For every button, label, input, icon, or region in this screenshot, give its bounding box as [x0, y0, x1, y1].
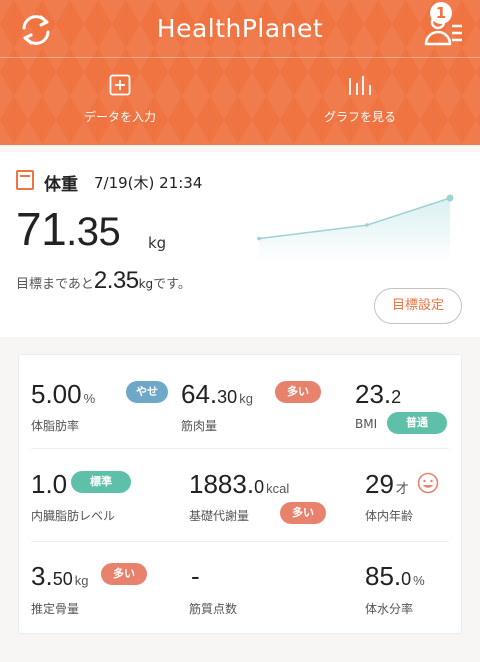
app-header: HealthPlanet 1 データを入力 グラフを見る: [0, 0, 480, 145]
metric-major: 64.: [181, 379, 218, 409]
metric-value: 23.2: [355, 379, 401, 410]
weight-value-int: 71: [16, 203, 67, 255]
body-composition-card: 5.00% やせ 体脂肪率 64.30 kg 多い 筋肉量 23.2 BMI 普通…: [18, 354, 462, 634]
data-input-label: データを入力: [83, 110, 156, 124]
metric-minor: 30: [217, 387, 238, 407]
plus-box-icon: [109, 74, 131, 96]
metric-major: 29: [365, 469, 394, 499]
notification-badge: 1: [430, 2, 452, 24]
bar-chart-icon: [349, 76, 371, 95]
status-badge: やせ: [126, 381, 168, 403]
row-divider: [31, 448, 449, 449]
weight-card[interactable]: 体重 7/19(木) 21:34 71.35 kg 目標まであと2.35kgです…: [0, 152, 480, 337]
row-divider: [31, 541, 449, 542]
trend-point: [365, 223, 369, 227]
header-divider: [0, 57, 480, 58]
metric-value: 85.0%: [365, 561, 425, 592]
status-badge: 普通: [387, 412, 447, 434]
metric-value: 64.30 kg: [181, 379, 253, 410]
metric-label: 体水分率: [365, 602, 414, 616]
status-badge: 多い: [101, 563, 147, 585]
status-badge: 多い: [280, 502, 326, 524]
measurement-datetime: 7/19(木) 21:34: [94, 174, 203, 192]
metric-label: 内臓脂肪レベル: [31, 509, 116, 523]
metric-major: -: [191, 561, 200, 591]
trend-point: [446, 194, 454, 202]
metric-unit: kg: [239, 391, 253, 406]
trend-point: [257, 236, 261, 241]
data-input-button[interactable]: データを入力: [0, 74, 240, 125]
status-badge: 多い: [275, 381, 321, 403]
metric-unit: %: [413, 573, 425, 588]
status-badge: 標準: [71, 471, 131, 493]
metric-label: 体内年齢: [365, 509, 414, 523]
metric-major: 3.: [31, 561, 53, 591]
app-title: HealthPlanet: [156, 14, 324, 43]
metric-major: 5.00: [31, 379, 82, 409]
goal-suffix: です。: [153, 277, 191, 292]
metric-label: 筋質点数: [189, 602, 238, 616]
goal-prefix: 目標まであと: [16, 277, 94, 292]
metric-minor: 50: [52, 569, 73, 589]
goal-remaining: 目標まであと2.35kgです。: [16, 267, 191, 295]
metric-value: 3.50 kg: [31, 561, 88, 592]
metric-label: 筋肉量: [181, 419, 218, 433]
goal-unit: kg: [138, 277, 154, 291]
metric-major: 1.0: [31, 469, 68, 499]
metric-label: 体脂肪率: [31, 419, 80, 433]
scale-icon: [16, 170, 34, 190]
metric-unit: kcal: [266, 481, 290, 496]
weight-value-dec: .35: [66, 210, 121, 254]
metric-value: 1883.0 kcal: [189, 469, 289, 500]
metric-major: 23.: [355, 379, 392, 409]
metric-minor: 0: [254, 477, 265, 497]
goal-value: 2.35: [93, 267, 139, 294]
view-graph-label: グラフを見る: [323, 110, 396, 124]
metric-label: 推定骨量: [31, 602, 80, 616]
metric-label: BMI: [355, 417, 378, 431]
weight-value: 71.35: [16, 202, 121, 256]
goal-setting-button[interactable]: 目標設定: [374, 288, 462, 324]
weight-unit: kg: [148, 234, 167, 252]
smiley-face-icon: [417, 472, 439, 494]
metric-unit: %: [83, 391, 96, 406]
account-button[interactable]: 1: [418, 2, 466, 50]
metric-minor: 0: [401, 569, 412, 589]
metric-unit: kg: [74, 573, 89, 588]
metric-value: 5.00%: [31, 379, 95, 410]
metric-label: 基礎代謝量: [189, 509, 250, 523]
view-graph-button[interactable]: グラフを見る: [240, 74, 480, 125]
metric-value: -: [191, 561, 200, 592]
metric-value: 29 才: [365, 469, 409, 500]
metric-unit: 才: [395, 481, 409, 496]
metric-major: 1883.: [189, 469, 255, 499]
metric-major: 85.: [365, 561, 402, 591]
weight-title: 体重: [44, 175, 78, 195]
metric-value: 1.0: [31, 469, 67, 500]
metric-minor: 2: [391, 387, 402, 407]
weight-trend-chart[interactable]: [255, 192, 460, 262]
